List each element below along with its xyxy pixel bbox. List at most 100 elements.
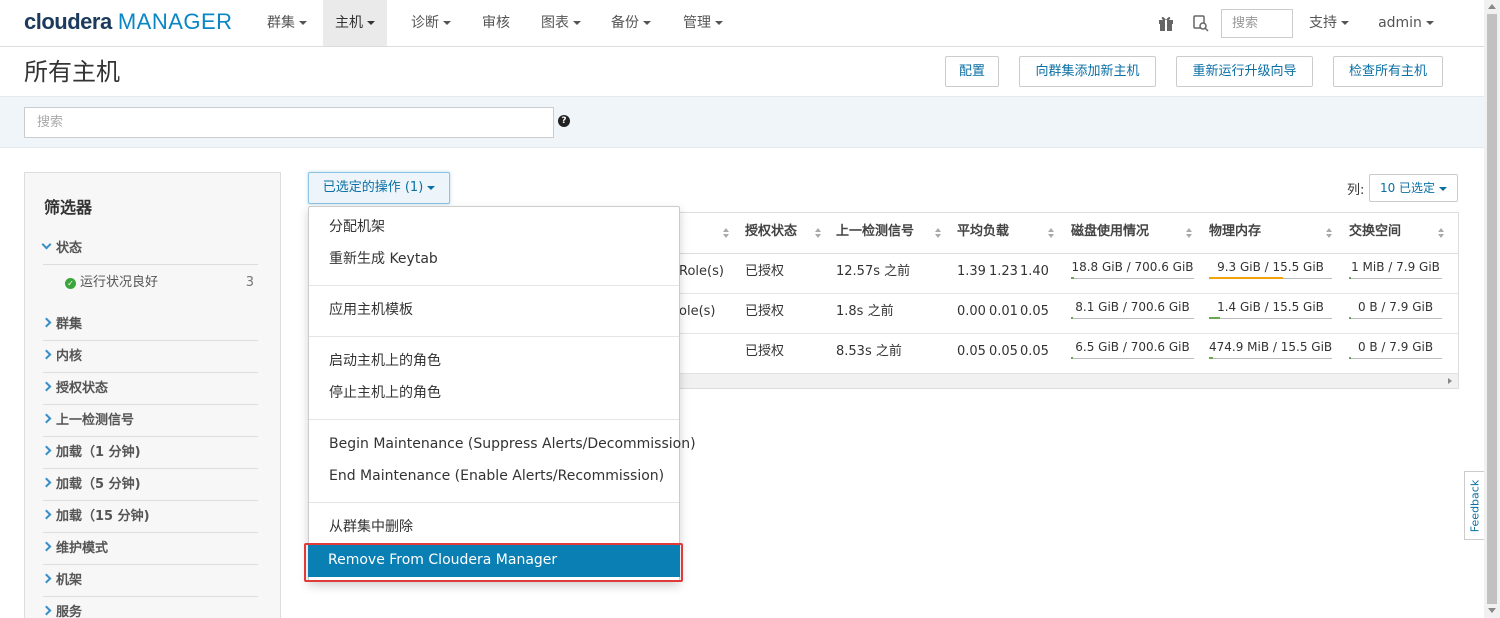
top-navbar: cloudera MANAGER 群集 主机 诊断 审核 图表 备份 管理 搜索…	[0, 0, 1484, 47]
caret-down-icon	[715, 21, 723, 25]
scroll-up-icon[interactable]	[1488, 4, 1496, 9]
menu-assign-rack[interactable]: 分配机架	[309, 212, 679, 242]
menu-start-roles[interactable]: 启动主机上的角色	[309, 346, 679, 376]
filter-section-cores[interactable]: 内核	[41, 341, 258, 373]
filter-section-load-1[interactable]: 加载（1 分钟)	[41, 437, 258, 469]
caret-down-icon	[1341, 21, 1349, 25]
nav-backup[interactable]: 备份	[602, 0, 660, 46]
cell-load-5: 0.01	[989, 304, 1018, 319]
filter-option-count: 3	[245, 275, 254, 290]
filter-title: 筛选器	[44, 198, 93, 217]
filter-section-load-5[interactable]: 加载（5 分钟)	[41, 469, 258, 501]
filter-section-label: 维护模式	[56, 541, 109, 556]
nav-user-menu[interactable]: admin	[1372, 0, 1440, 46]
nav-clusters-label: 群集	[267, 15, 295, 31]
nav-hosts[interactable]: 主机	[323, 0, 387, 46]
filter-section-services[interactable]: 服务	[41, 597, 258, 618]
logo[interactable]: cloudera MANAGER	[24, 9, 233, 35]
filter-section-heartbeat[interactable]: 上一检测信号	[41, 405, 258, 437]
filter-section-maintenance[interactable]: 维护模式	[41, 533, 258, 565]
filter-section-cluster[interactable]: 群集	[41, 309, 258, 341]
filter-section-rack[interactable]: 机架	[41, 565, 258, 597]
filter-section-label: 状态	[56, 241, 83, 256]
menu-remove-from-cloudera-manager[interactable]: Remove From Cloudera Manager	[308, 544, 680, 577]
caret-down-icon	[643, 21, 651, 25]
disk-usage-fill	[1071, 277, 1075, 279]
nav-audits-label: 审核	[482, 15, 510, 31]
menu-end-maintenance[interactable]: End Maintenance (Enable Alerts/Recommiss…	[309, 461, 679, 491]
menu-stop-roles[interactable]: 停止主机上的角色	[309, 378, 679, 408]
chevron-right-icon	[41, 605, 52, 616]
configure-button[interactable]: 配置	[945, 56, 999, 87]
cell-load-1: 0.00	[957, 304, 986, 319]
actions-dropdown-menu: 分配机架 重新生成 Keytab 应用主机模板 启动主机上的角色 停止主机上的角…	[308, 206, 696, 582]
filter-section-authority[interactable]: 授权状态	[41, 373, 258, 405]
memory-usage-bar: 9.3 GiB / 15.5 GiB	[1209, 259, 1332, 279]
menu-remove-from-cluster[interactable]: 从群集中删除	[309, 512, 679, 542]
chevron-right-icon	[41, 381, 52, 392]
nav-audits[interactable]: 审核	[472, 0, 520, 46]
th-swap-space[interactable]: 交换空间	[1349, 213, 1401, 253]
nav-admin[interactable]: 管理	[674, 0, 732, 46]
question-icon[interactable]: ?	[558, 115, 570, 127]
chevron-right-icon	[41, 317, 52, 328]
disk-usage-bar: 6.5 GiB / 700.6 GiB	[1071, 339, 1194, 359]
scrollbar-thumb[interactable]	[1487, 14, 1497, 604]
chevron-right-icon	[41, 509, 52, 520]
nav-support[interactable]: 支持	[1300, 0, 1358, 46]
menu-apply-host-template[interactable]: 应用主机模板	[309, 295, 679, 325]
swap-usage-text: 0 B / 7.9 GiB	[1357, 340, 1434, 354]
scroll-down-icon[interactable]	[1488, 608, 1496, 613]
user-search-icon[interactable]	[1191, 14, 1209, 32]
swap-usage-bar: 0 B / 7.9 GiB	[1349, 339, 1442, 359]
page-scrollbar[interactable]	[1484, 0, 1500, 618]
selected-actions-label: 已选定的操作 (1)	[322, 180, 424, 195]
swap-usage-text: 1 MiB / 7.9 GiB	[1351, 260, 1440, 274]
cell-authority: 已授权	[745, 264, 785, 279]
th-heartbeat[interactable]: 上一检测信号	[836, 213, 914, 253]
nav-clusters[interactable]: 群集	[258, 0, 316, 46]
menu-regenerate-keytab[interactable]: 重新生成 Keytab	[309, 244, 679, 274]
selected-actions-button[interactable]: 已选定的操作 (1)	[308, 172, 450, 204]
nav-diagnostics[interactable]: 诊断	[402, 0, 460, 46]
nav-search-input[interactable]: 搜索	[1221, 9, 1293, 38]
memory-usage-bar: 474.9 MiB / 15.5 GiB	[1209, 339, 1332, 359]
filter-section-label: 上一检测信号	[56, 413, 135, 428]
inspect-hosts-button[interactable]: 检查所有主机	[1333, 56, 1443, 87]
add-hosts-button[interactable]: 向群集添加新主机	[1019, 56, 1156, 87]
memory-usage-fill	[1209, 277, 1283, 279]
columns-label: 列:	[1347, 183, 1365, 198]
nav-hosts-label: 主机	[335, 15, 363, 31]
filter-option-healthy[interactable]: ✓ 运行状况良好 3	[65, 273, 258, 293]
gift-icon[interactable]	[1157, 14, 1175, 32]
feedback-tab[interactable]: Feedback	[1464, 471, 1484, 540]
th-physical-memory[interactable]: 物理内存	[1209, 213, 1261, 253]
menu-begin-maintenance[interactable]: Begin Maintenance (Suppress Alerts/Decom…	[309, 429, 696, 459]
nav-charts[interactable]: 图表	[532, 0, 590, 46]
host-search-input[interactable]: 搜索	[24, 107, 554, 138]
filter-section-label: 内核	[56, 349, 83, 364]
th-authority[interactable]: 授权状态	[745, 213, 797, 253]
memory-usage-text: 1.4 GiB / 15.5 GiB	[1217, 300, 1324, 314]
nav-search-placeholder: 搜索	[1232, 16, 1259, 31]
filter-section-label: 服务	[56, 605, 83, 618]
filter-section-load-15[interactable]: 加载（15 分钟)	[41, 501, 258, 533]
th-disk-usage[interactable]: 磁盘使用情况	[1071, 213, 1149, 253]
cell-load-15: 0.05	[1020, 304, 1049, 319]
nav-backup-label: 备份	[611, 15, 639, 31]
filter-section-label: 加载（5 分钟)	[56, 477, 141, 492]
memory-usage-fill	[1209, 317, 1221, 319]
disk-usage-bar: 18.8 GiB / 700.6 GiB	[1071, 259, 1194, 279]
cell-roles[interactable]: Role(s)	[679, 263, 724, 281]
cell-roles[interactable]: ole(s)	[679, 303, 715, 321]
logo-brand: cloudera	[24, 9, 112, 34]
columns-selector-button[interactable]: 10 已选定	[1369, 174, 1458, 202]
cell-heartbeat: 8.53s 之前	[836, 344, 902, 359]
menu-divider	[309, 285, 679, 286]
swap-usage-fill	[1349, 277, 1351, 279]
th-load-average[interactable]: 平均负载	[957, 213, 1009, 253]
filter-section-status[interactable]: 状态	[41, 233, 258, 265]
upgrade-wizard-button[interactable]: 重新运行升级向导	[1176, 56, 1313, 87]
caret-down-icon	[299, 21, 307, 25]
scroll-right-icon[interactable]	[1448, 378, 1452, 384]
